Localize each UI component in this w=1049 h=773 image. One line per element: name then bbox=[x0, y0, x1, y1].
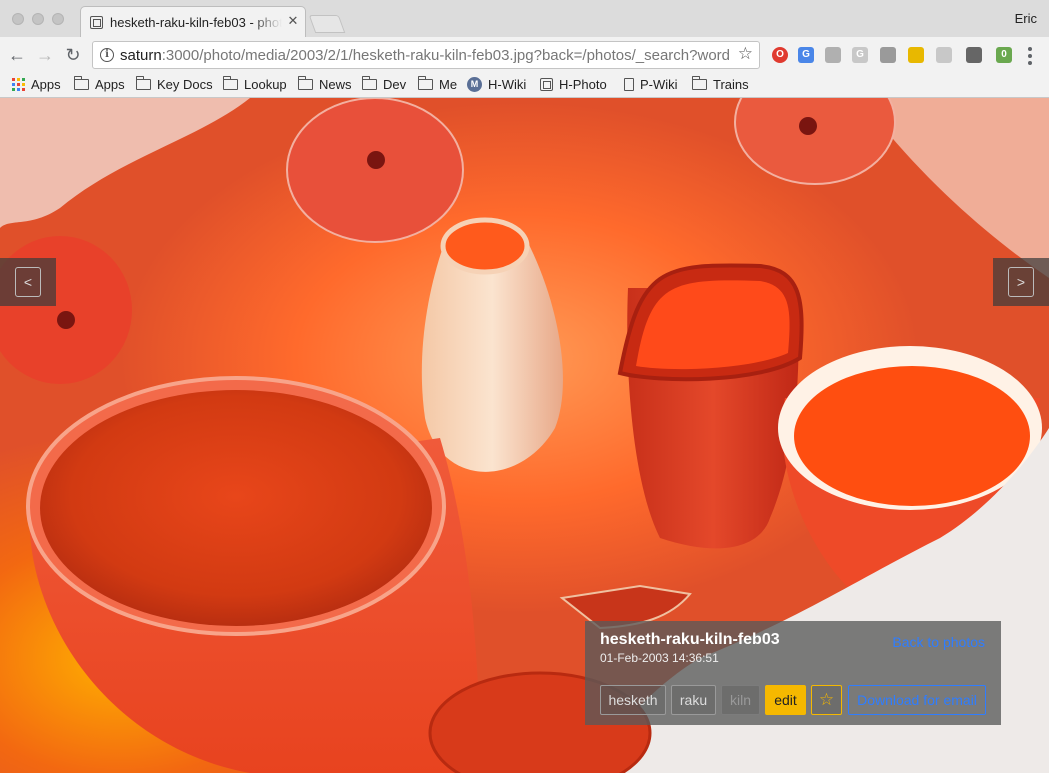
bookmark-label: Apps bbox=[31, 76, 61, 92]
back-to-photos-link[interactable]: Back to photos bbox=[892, 634, 985, 650]
opera-icon[interactable]: O bbox=[772, 47, 788, 63]
tab-title: hesketh-raku-kiln-feb03 - photos bbox=[110, 15, 282, 30]
browser-chrome: hesketh-raku-kiln-feb03 - photos ✕ Eric … bbox=[0, 0, 1049, 98]
bookmark-label: Lookup bbox=[244, 76, 287, 92]
bookmark-h-wiki[interactable]: M H-Wiki bbox=[467, 75, 526, 93]
bookmark-label: H-Wiki bbox=[488, 76, 527, 92]
profile-name[interactable]: Eric bbox=[1015, 11, 1037, 26]
bookmark-key-docs[interactable]: Key Docs bbox=[136, 75, 213, 93]
dots-icon[interactable] bbox=[966, 47, 982, 63]
zoom-window-button[interactable] bbox=[52, 13, 64, 25]
tab-active[interactable]: hesketh-raku-kiln-feb03 - photos ✕ bbox=[80, 6, 306, 37]
g-icon[interactable]: G bbox=[852, 47, 868, 63]
photo-app-icon bbox=[540, 77, 553, 91]
mediawiki-icon: M bbox=[467, 76, 482, 92]
tab-close-icon[interactable]: ✕ bbox=[286, 14, 300, 28]
bookmarks-bar: Apps Apps Key Docs Lookup News Dev Me M H-Wiki H-… bbox=[0, 73, 1049, 95]
browser-menu-icon[interactable] bbox=[1024, 44, 1036, 66]
bookmark-label: Dev bbox=[383, 76, 407, 92]
folder-icon bbox=[692, 75, 707, 90]
photo-date: 01-Feb-2003 14:36:51 bbox=[600, 651, 719, 665]
bookmark-apps-launcher[interactable]: Apps bbox=[12, 75, 61, 93]
photo-title: hesketh-raku-kiln-feb03 bbox=[600, 631, 780, 648]
minimize-window-button[interactable] bbox=[32, 13, 44, 25]
puzzle-icon[interactable] bbox=[825, 47, 841, 63]
new-tab-button[interactable] bbox=[308, 15, 346, 33]
bookmark-dev[interactable]: Dev bbox=[362, 75, 406, 93]
bookmark-news[interactable]: News bbox=[298, 75, 352, 93]
tag-kiln[interactable]: kiln bbox=[721, 685, 760, 715]
close-window-button[interactable] bbox=[12, 13, 24, 25]
next-arrow-label: > bbox=[1008, 267, 1034, 297]
tag-hesketh[interactable]: hesketh bbox=[600, 685, 666, 715]
prev-arrow-label: < bbox=[15, 267, 41, 297]
photo-info-panel: hesketh-raku-kiln-feb03 01-Feb-2003 14:3… bbox=[585, 621, 1001, 725]
bookmark-label: H-Photo bbox=[559, 76, 607, 92]
photo-view: < > hesketh-raku-kiln-feb03 01-Feb-2003 … bbox=[0, 98, 1049, 773]
cast-icon[interactable] bbox=[880, 47, 896, 63]
bookmark-apps[interactable]: Apps bbox=[74, 75, 125, 93]
bookmark-p-wiki[interactable]: P-Wiki bbox=[624, 75, 678, 93]
url-host: saturn bbox=[120, 47, 162, 64]
prev-photo-button[interactable]: < bbox=[0, 258, 56, 306]
folder-icon bbox=[298, 75, 313, 90]
bookmark-label: Trains bbox=[713, 76, 749, 92]
address-bar[interactable]: i saturn:3000/photo/media/2003/2/1/heske… bbox=[92, 41, 760, 69]
folder-icon bbox=[136, 75, 151, 90]
page-favicon-icon bbox=[90, 16, 103, 29]
url-path: :3000/photo/media/2003/2/1/hesketh-raku-… bbox=[161, 47, 730, 64]
edit-button[interactable]: edit bbox=[765, 685, 806, 715]
reload-button[interactable]: ↻ bbox=[62, 44, 84, 66]
bookmark-label: News bbox=[319, 76, 352, 92]
bookmark-star-icon[interactable]: ☆ bbox=[738, 44, 753, 64]
toolbar: ← → ↻ i saturn:3000/photo/media/2003/2/1… bbox=[0, 37, 1049, 73]
bookmark-label: P-Wiki bbox=[640, 76, 678, 92]
bookmark-trains[interactable]: Trains bbox=[692, 75, 749, 93]
page-icon bbox=[624, 77, 634, 91]
next-photo-button[interactable]: > bbox=[993, 258, 1049, 306]
translate-icon[interactable]: G bbox=[798, 47, 814, 63]
bookmark-lookup[interactable]: Lookup bbox=[223, 75, 287, 93]
bookmark-h-photo[interactable]: H-Photo bbox=[540, 75, 607, 93]
folder-icon bbox=[223, 75, 238, 90]
site-info-icon[interactable]: i bbox=[100, 48, 114, 62]
tag-raku[interactable]: raku bbox=[671, 685, 716, 715]
folder-icon bbox=[418, 75, 433, 90]
apps-grid-icon bbox=[12, 77, 25, 91]
wave-icon[interactable] bbox=[936, 47, 952, 63]
download-for-email-button[interactable]: Download for email bbox=[848, 685, 986, 715]
forward-button[interactable]: → bbox=[34, 44, 56, 66]
favorite-star-icon[interactable]: ☆ bbox=[811, 685, 842, 715]
folder-icon bbox=[74, 75, 89, 90]
bookmark-label: Key Docs bbox=[157, 76, 213, 92]
tab-strip: hesketh-raku-kiln-feb03 - photos ✕ Eric bbox=[0, 0, 1049, 37]
counter-icon[interactable]: 0 bbox=[996, 47, 1012, 63]
back-button[interactable]: ← bbox=[6, 44, 28, 66]
folder-icon bbox=[362, 75, 377, 90]
lock-icon[interactable] bbox=[908, 47, 924, 63]
bookmark-me[interactable]: Me bbox=[418, 75, 457, 93]
url-text[interactable]: saturn:3000/photo/media/2003/2/1/hesketh… bbox=[120, 47, 730, 64]
bookmark-label: Apps bbox=[95, 76, 125, 92]
bookmark-label: Me bbox=[439, 76, 458, 92]
